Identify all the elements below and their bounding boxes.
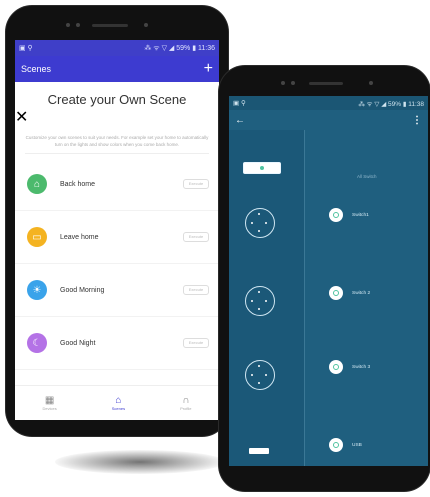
touch-button-ring[interactable] [245,286,275,316]
scenes-screen: ▣ ⚲ ⁂ ᯤ ▽ ◢ 59% ▮ 11:36 Scenes + Create … [15,40,219,420]
notification-icons: ▣ ⚲ [19,45,33,52]
nav-label: Scenes [111,406,126,411]
briefcase-icon: ▭ [27,227,47,247]
status-right: ⁂ ᯤ ▽ ◢ 59% ▮ 11:38 [358,100,424,108]
scene-label: Leave home [60,233,99,241]
nav-profile[interactable]: ∩ Profile [180,395,191,411]
home-icon: ⌂ [27,174,47,194]
scene-description: Customize your own scenes to suit your n… [25,134,209,154]
sun-icon: ☀ [27,280,47,300]
close-icon[interactable]: ✕ [15,109,28,126]
sensor-dot [76,23,80,27]
scene-item-good-morning[interactable]: ☀ Good Morning Execute [15,264,219,317]
touch-button-ring[interactable] [245,360,275,390]
nav-scenes[interactable]: ⌂ Scenes [112,395,125,411]
switch-row[interactable]: USB [329,438,362,452]
more-vert-icon[interactable]: ⋮ [412,115,422,126]
back-arrow-icon[interactable]: ← [235,115,245,126]
switch-label: Switch 2 [352,290,371,296]
phone-shadow [55,450,225,474]
phone-left: ▣ ⚲ ⁂ ᯤ ▽ ◢ 59% ▮ 11:36 Scenes + Create … [6,6,228,436]
scene-label: Good Morning [60,286,105,294]
status-bar: ▣ ⚲ ⁂ ᯤ ▽ ◢ 59% ▮ 11:36 [15,40,219,56]
notification-icons: ▣ ⚲ [233,100,246,107]
scene-item-good-night[interactable]: ☾ Good Night Execute [15,317,219,370]
sensor-dot [291,81,295,85]
switch-label: Switch 3 [352,364,371,370]
speaker-slot [92,24,128,27]
status-bar: ▣ ⚲ ⁂ ᯤ ▽ ◢ 59% ▮ 11:38 [229,96,428,110]
switch-row[interactable]: Switch 2 [329,286,370,300]
sensor-dot [66,23,70,27]
nav-label: Devices [42,406,57,411]
camera-dot [144,23,148,27]
indicator-dot [260,166,264,170]
execute-button[interactable]: Execute [183,285,209,295]
scene-header: Create your Own Scene [15,82,219,107]
top-bezel [6,6,228,40]
sensor-dot [281,81,285,85]
house-icon: ⌂ [115,395,122,406]
all-switch-label[interactable]: All Switch [357,174,377,179]
page-title: Scenes [21,64,52,74]
phone-right: ▣ ⚲ ⁂ ᯤ ▽ ◢ 59% ▮ 11:38 ← ⋮ All Switch S… [219,66,430,491]
switch-row[interactable]: Switch1 [329,208,369,222]
create-scene-heading: Create your Own Scene [47,92,187,107]
switch-panel-screen: ▣ ⚲ ⁂ ᯤ ▽ ◢ 59% ▮ 11:38 ← ⋮ All Switch S… [229,96,428,466]
power-icon[interactable] [329,438,343,452]
nav-devices[interactable]: ▦ Devices [43,395,57,411]
scene-label: Back home [60,180,96,188]
scene-item-back-home[interactable]: ⌂ Back home Execute [15,158,219,211]
touch-button-ring[interactable] [245,208,275,238]
execute-button[interactable]: Execute [183,338,209,348]
scene-item-leave-home[interactable]: ▭ Leave home Execute [15,211,219,264]
speaker-slot [309,82,343,85]
execute-button[interactable]: Execute [183,179,209,189]
headphones-icon: ∩ [182,395,190,406]
execute-button[interactable]: Execute [183,232,209,242]
camera-dot [369,81,373,85]
scene-label: Good Night [60,339,96,347]
switch-row[interactable]: Switch 3 [329,360,370,374]
all-switch-key[interactable] [243,162,281,174]
nav-label: Profile [180,406,192,411]
power-icon[interactable] [329,286,343,300]
usb-bar[interactable] [249,448,269,454]
switch-label: USB [352,442,362,448]
switch-panel-preview [229,130,305,466]
power-icon[interactable] [329,360,343,374]
add-scene-icon[interactable]: + [204,61,213,77]
status-right: ⁂ ᯤ ▽ ◢ 59% ▮ 11:36 [144,44,215,52]
power-icon[interactable] [329,208,343,222]
switch-label: Switch1 [352,212,369,218]
panel-divider [304,130,305,466]
bottom-nav: ▦ Devices ⌂ Scenes ∩ Profile [15,385,219,420]
app-bar: Scenes + [15,56,219,82]
moon-icon: ☾ [27,333,47,353]
app-bar: ← ⋮ [229,110,428,130]
scene-list: ⌂ Back home Execute ▭ Leave home Execute… [15,158,219,370]
grid-icon: ▦ [44,395,55,406]
